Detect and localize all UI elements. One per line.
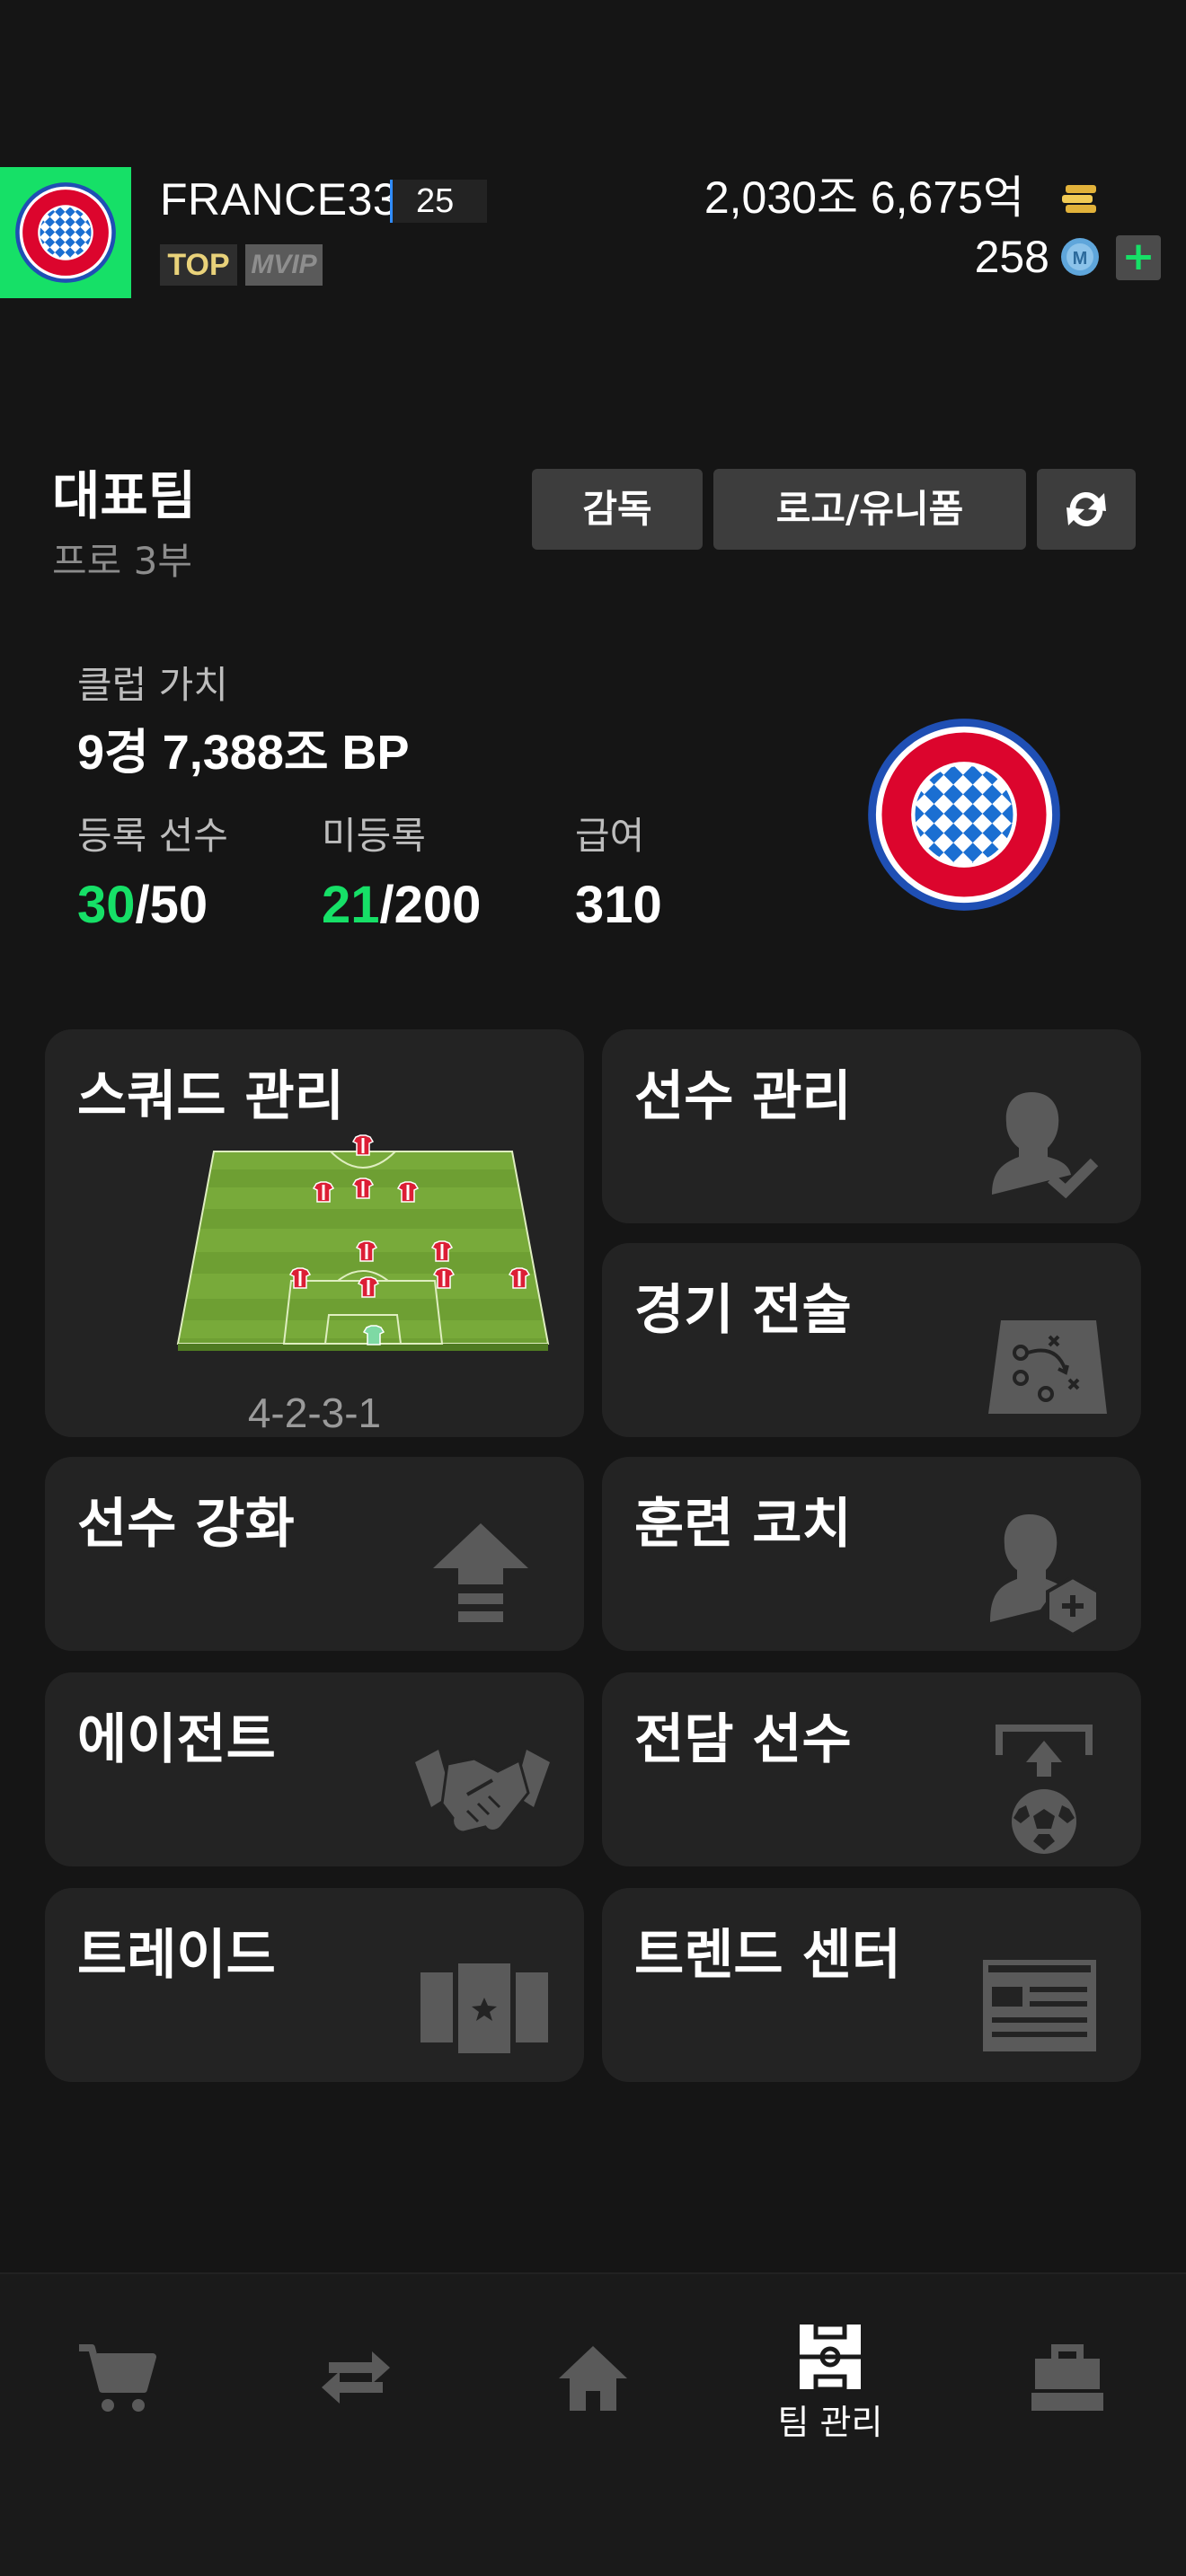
trade-label: 트레이드	[77, 1924, 276, 1987]
switch-team-button[interactable]	[1037, 469, 1136, 550]
add-currency-button[interactable]: +	[1116, 235, 1161, 280]
bp-coin-icon	[1062, 185, 1096, 213]
unregistered-players-value: 21/200	[322, 875, 481, 936]
registered-count: 30	[77, 876, 136, 934]
cart-icon	[79, 2344, 156, 2412]
squad-management-label: 스쿼드 관리	[77, 1065, 344, 1128]
bottom-navigation: 팀 관리	[0, 2272, 1186, 2576]
club-value-label: 클럽 가치	[77, 663, 228, 707]
home-icon	[559, 2346, 627, 2411]
vip-badge-label: VIP	[273, 250, 317, 279]
vip-m-icon: M	[251, 250, 274, 279]
formation-pitch-icon	[176, 1134, 550, 1351]
refresh-icon	[1067, 491, 1106, 527]
match-tactics-tile[interactable]: 경기 전술	[602, 1243, 1141, 1437]
club-crest-icon	[15, 182, 116, 283]
club-emblem-avatar[interactable]	[0, 167, 131, 298]
agent-tile[interactable]: 에이전트	[45, 1672, 584, 1866]
player-management-label: 선수 관리	[634, 1065, 852, 1128]
goal-ball-icon	[996, 1725, 1093, 1854]
nav-transfer[interactable]	[237, 2274, 474, 2576]
vip-badge: MVIP	[245, 244, 323, 286]
nav-team-management-label: 팀 관리	[777, 2403, 883, 2442]
upgrade-arrow-icon	[433, 1523, 528, 1622]
club-crest-large	[868, 719, 1060, 911]
player-check-icon	[992, 1092, 1099, 1199]
m-coin-balance: 258	[974, 232, 1049, 282]
unregistered-count: 21	[322, 876, 380, 934]
salary-label: 급여	[575, 814, 645, 858]
registered-max: /50	[135, 876, 208, 934]
trend-center-tile[interactable]: 트렌드 센터	[602, 1888, 1141, 2082]
player-management-tile[interactable]: 선수 관리	[602, 1029, 1141, 1223]
nav-home[interactable]	[474, 2274, 712, 2576]
player-enhance-label: 선수 강화	[77, 1493, 295, 1556]
username: FRANCE33	[160, 174, 399, 225]
trend-center-label: 트렌드 센터	[634, 1924, 901, 1987]
nav-inventory[interactable]	[949, 2274, 1186, 2576]
manager-button[interactable]: 감독	[532, 469, 703, 550]
m-coin-icon: M	[1061, 238, 1099, 276]
team-division: 프로 3부	[52, 539, 192, 583]
team-pitch-icon	[800, 2322, 861, 2392]
club-value: 9경 7,388조 BP	[77, 726, 410, 780]
coach-add-icon	[990, 1514, 1100, 1637]
nav-shop[interactable]	[0, 2274, 237, 2576]
salary-value: 310	[575, 876, 662, 934]
match-tactics-label: 경기 전술	[634, 1279, 852, 1342]
news-article-icon	[983, 1960, 1096, 2051]
squad-management-tile[interactable]: 스쿼드 관리 4-2-3-1	[45, 1029, 584, 1437]
agent-label: 에이전트	[77, 1708, 276, 1771]
handshake-icon	[415, 1750, 550, 1834]
briefcase-icon	[1031, 2344, 1103, 2411]
training-coach-tile[interactable]: 훈련 코치	[602, 1457, 1141, 1651]
logo-uniform-button[interactable]: 로고/유니폼	[713, 469, 1026, 550]
registered-players-label: 등록 선수	[77, 814, 228, 858]
dedicated-player-tile[interactable]: 전담 선수	[602, 1672, 1141, 1866]
tactics-board-icon	[988, 1320, 1107, 1414]
level-badge: 25	[390, 180, 487, 223]
svg-text:M: M	[1073, 249, 1088, 269]
unregistered-max: /200	[379, 876, 482, 934]
trade-cards-icon	[420, 1963, 548, 2053]
player-enhance-tile[interactable]: 선수 강화	[45, 1457, 584, 1651]
bp-balance: 2,030조 6,675억	[704, 172, 1024, 223]
registered-players-value: 30/50	[77, 875, 208, 936]
nav-team-management[interactable]: 팀 관리	[712, 2274, 949, 2576]
team-title: 대표팀	[52, 465, 197, 526]
top-badge: TOP	[160, 244, 237, 286]
dedicated-player-label: 전담 선수	[634, 1708, 852, 1771]
training-coach-label: 훈련 코치	[634, 1493, 852, 1556]
exchange-icon	[322, 2351, 390, 2404]
unregistered-players-label: 미등록	[322, 814, 426, 858]
trade-tile[interactable]: 트레이드	[45, 1888, 584, 2082]
formation-label: 4-2-3-1	[247, 1389, 382, 1436]
